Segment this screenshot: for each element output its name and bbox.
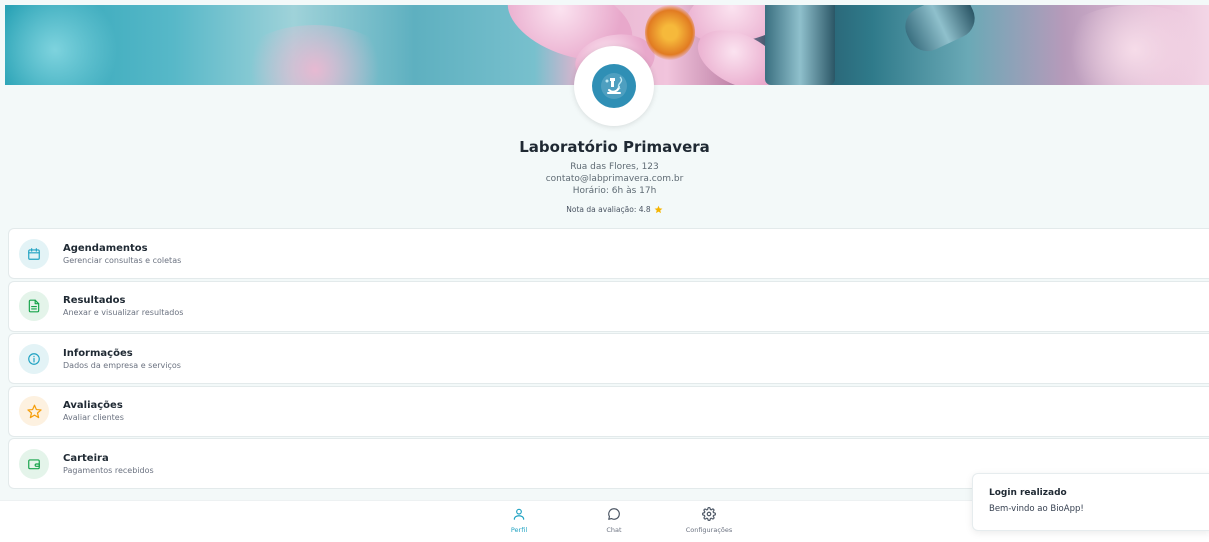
nav-settings-label: Configurações — [685, 526, 733, 534]
lab-logo — [574, 46, 654, 126]
info-icon — [28, 352, 40, 365]
nav-settings[interactable]: Configurações — [674, 506, 744, 534]
rating: Nota da avaliação: 4.8 — [566, 205, 663, 214]
star-filled-icon — [654, 205, 663, 214]
toast-title: Login realizado — [989, 488, 1067, 498]
nav-profile[interactable]: Perfil — [484, 506, 554, 534]
calendar-icon — [28, 247, 40, 260]
login-toast[interactable]: Login realizado Bem-vindo ao BioApp! — [972, 473, 1209, 531]
nav-chat-label: Chat — [606, 526, 622, 534]
microscope-dna-icon — [592, 64, 636, 108]
menu-item-title: Carteira — [63, 452, 109, 464]
menu-item-resultados[interactable]: Resultados Anexar e visualizar resultado… — [8, 280, 1209, 332]
menu-item-agendamentos[interactable]: Agendamentos Gerenciar consultas e colet… — [8, 228, 1209, 279]
lab-address: Rua das Flores, 123 — [570, 162, 659, 172]
profile-menu: Agendamentos Gerenciar consultas e colet… — [8, 228, 1209, 491]
menu-item-avaliacoes[interactable]: Avaliações Avaliar clientes — [8, 385, 1209, 437]
menu-item-subtitle: Avaliar clientes — [63, 413, 124, 423]
file-text-icon — [28, 299, 40, 313]
menu-item-subtitle: Pagamentos recebidos — [63, 465, 154, 475]
nav-profile-label: Perfil — [510, 526, 528, 534]
star-icon — [26, 404, 42, 418]
chat-bubble-icon — [608, 508, 620, 520]
wallet-icon — [28, 459, 40, 470]
rating-text: Nota da avaliação: 4.8 — [566, 205, 651, 214]
menu-item-title: Avaliações — [63, 400, 123, 412]
menu-item-subtitle: Anexar e visualizar resultados — [63, 308, 184, 318]
menu-item-title: Agendamentos — [63, 242, 148, 254]
lab-name: Laboratório Primavera — [519, 138, 710, 156]
menu-item-title: Informações — [63, 347, 133, 359]
menu-item-title: Resultados — [63, 295, 126, 307]
profile-info: Laboratório Primavera Rua das Flores, 12… — [0, 138, 1209, 216]
nav-chat[interactable]: Chat — [579, 506, 649, 534]
lab-email: contato@labprimavera.com.br — [545, 174, 684, 184]
lab-hours: Horário: 6h às 17h — [572, 186, 657, 196]
user-icon — [513, 508, 525, 520]
menu-item-subtitle: Dados da empresa e serviços — [63, 360, 181, 370]
menu-item-subtitle: Gerenciar consultas e coletas — [63, 255, 182, 265]
menu-item-informacoes[interactable]: Informações Dados da empresa e serviços — [8, 333, 1209, 385]
gear-icon — [702, 507, 716, 521]
toast-message: Bem-vindo ao BioApp! — [989, 504, 1084, 514]
